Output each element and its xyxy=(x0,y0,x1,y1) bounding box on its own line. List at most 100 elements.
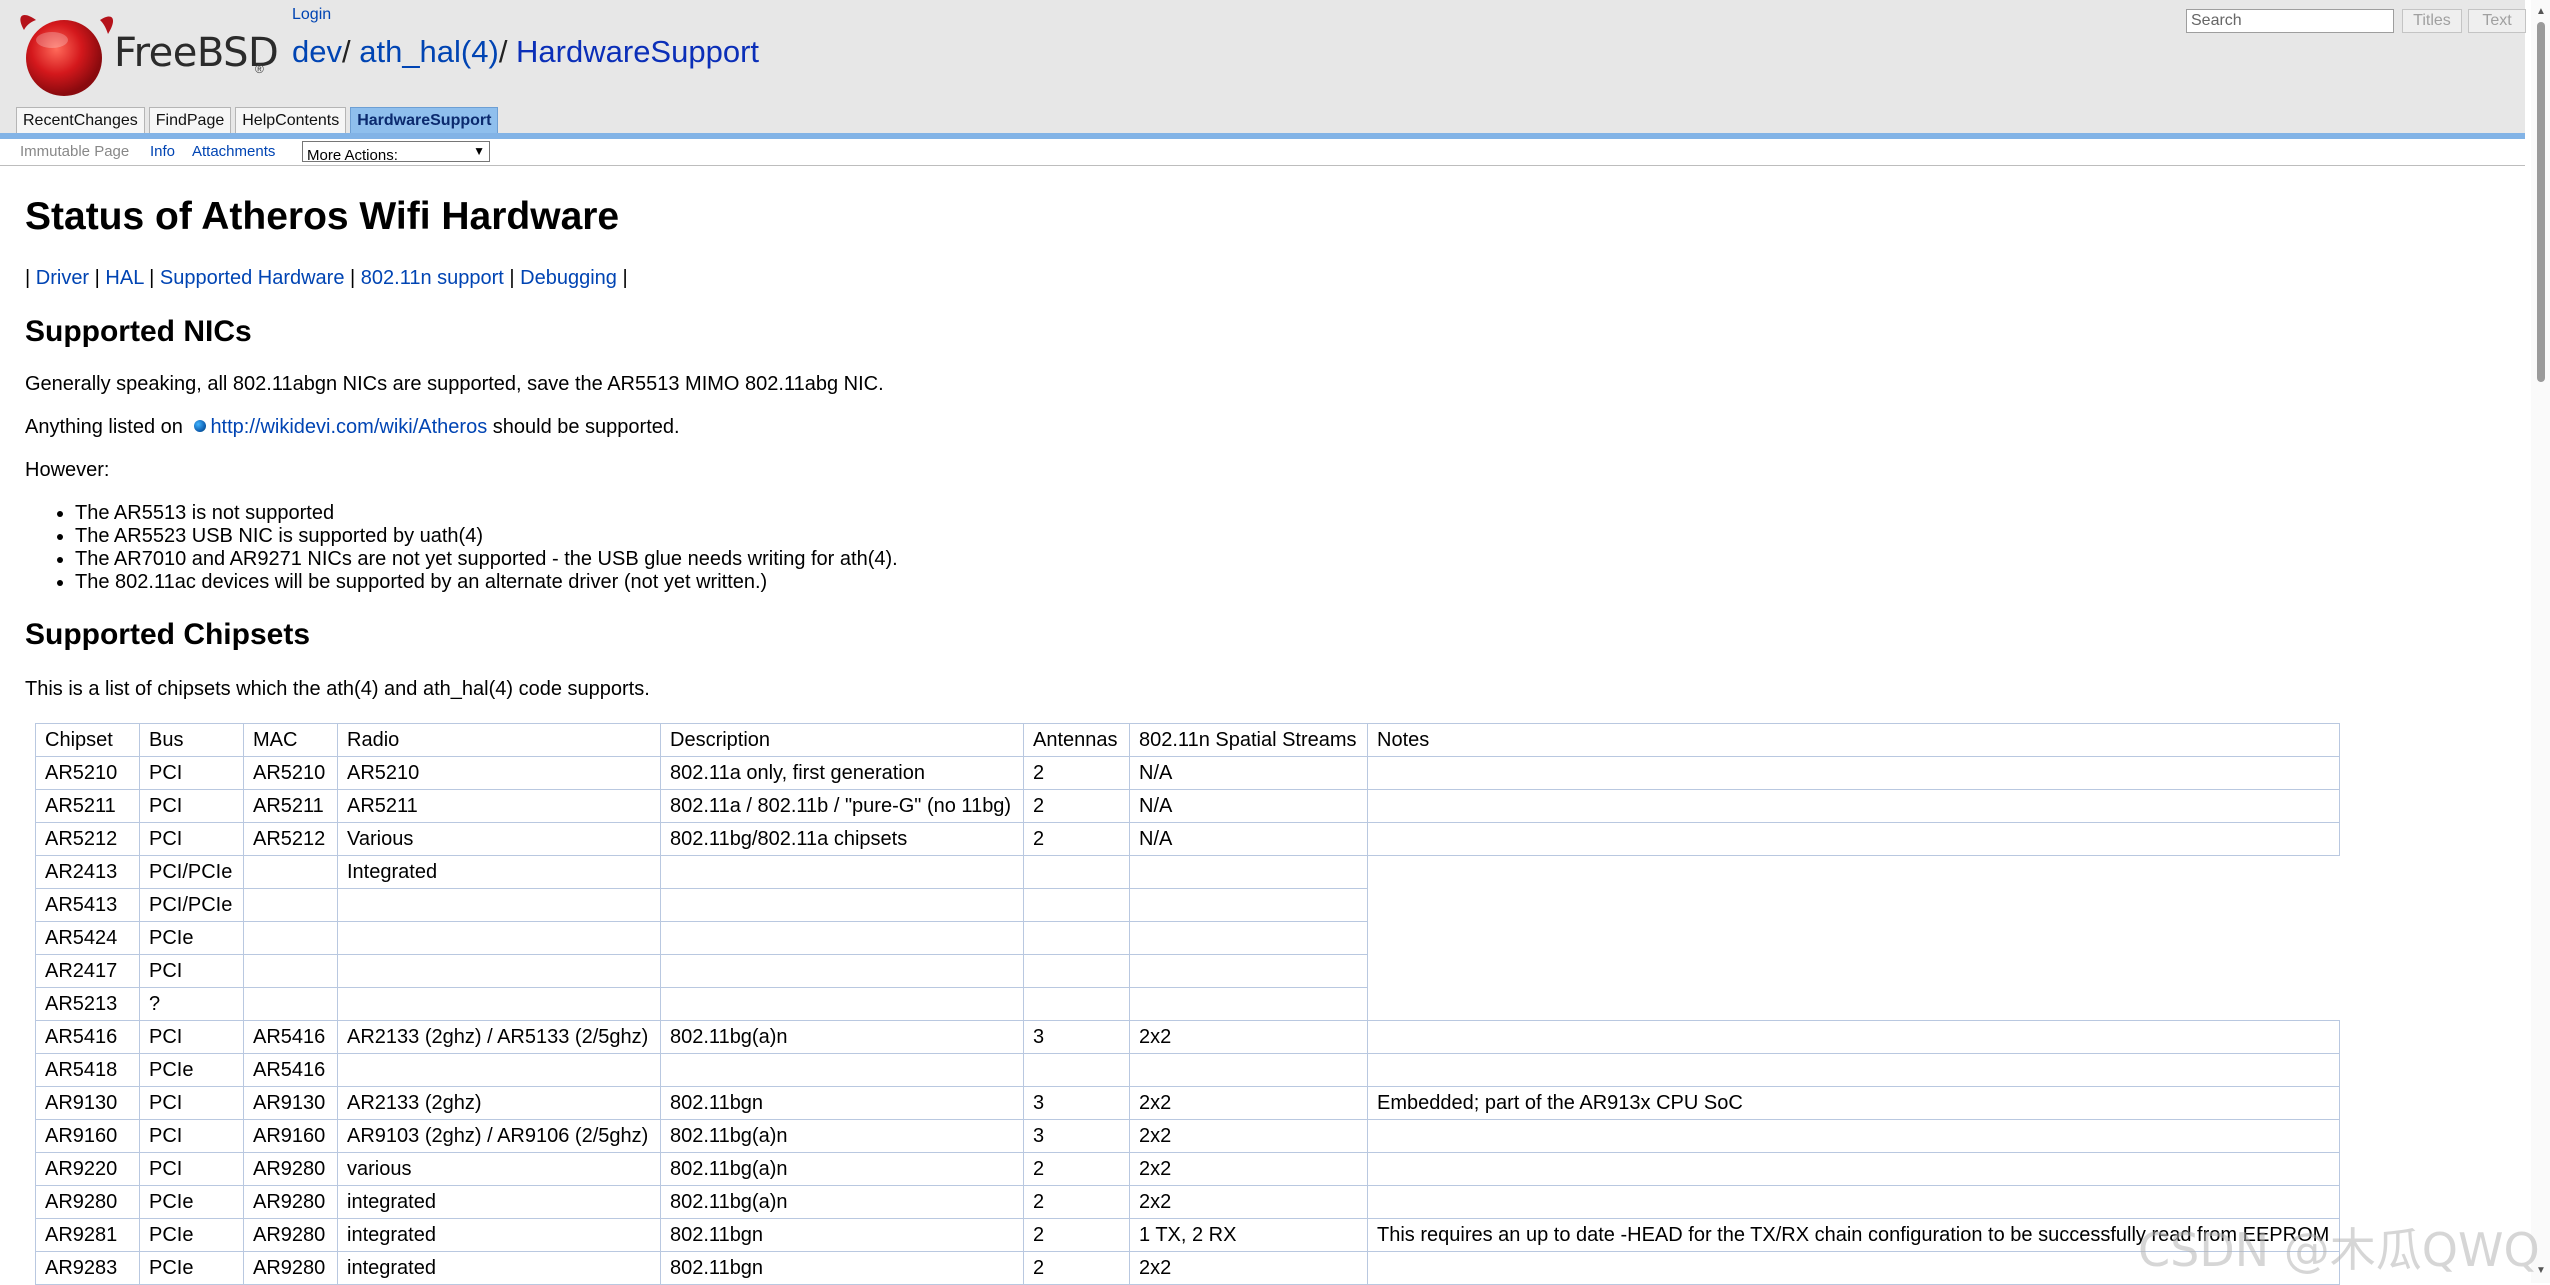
table-row: AR9130 PCI AR9130 AR2133 (2ghz) 802.11bgn 3 2x… xyxy=(35,1086,2340,1120)
column-header-radio: Radio xyxy=(337,723,661,757)
scrollbar-thumb[interactable] xyxy=(2537,22,2545,382)
column-header-mac: MAC xyxy=(243,723,338,757)
tab-hardware-support[interactable]: HardwareSupport xyxy=(350,107,499,135)
table-cell-antennas xyxy=(1023,855,1130,889)
table-cell-radio: AR5211 xyxy=(337,789,661,823)
table-cell-radio xyxy=(337,954,661,988)
attachments-link[interactable]: Attachments xyxy=(192,143,275,160)
chevron-down-icon: ▼ xyxy=(473,144,485,158)
table-cell-radio xyxy=(337,888,661,922)
supported-chipsets-heading: Supported Chipsets xyxy=(25,618,311,651)
table-cell-antennas xyxy=(1023,987,1130,1021)
tab-help-contents[interactable]: HelpContents xyxy=(235,107,347,135)
table-cell-description xyxy=(660,1053,1024,1087)
table-row: AR2413 PCI/PCIe Integrated xyxy=(35,855,2340,889)
table-cell-bus: PCI xyxy=(139,789,244,823)
however-label: However: xyxy=(25,459,110,481)
table-cell-antennas: 2 xyxy=(1023,1218,1130,1252)
column-header-spatial-streams: 802.11n Spatial Streams xyxy=(1129,723,1368,757)
table-cell-bus: PCI xyxy=(139,822,244,856)
section-links: | Driver | HAL | Supported Hardware | 80… xyxy=(25,267,628,289)
text-search-button[interactable]: Text xyxy=(2468,9,2526,33)
table-cell-antennas xyxy=(1023,888,1130,922)
column-header-antennas: Antennas xyxy=(1023,723,1130,757)
table-cell-chipset: AR9280 xyxy=(35,1185,140,1219)
freebsd-wordmark: FreeBSD xyxy=(114,30,279,76)
search-input[interactable] xyxy=(2186,9,2394,33)
table-cell-bus: PCI xyxy=(139,1020,244,1054)
toc-link-supported-hardware[interactable]: Supported Hardware xyxy=(160,267,345,289)
table-cell-notes xyxy=(1367,1152,2340,1186)
table-cell-radio: AR9103 (2ghz) / AR9106 (2/5ghz) xyxy=(337,1119,661,1153)
table-cell-radio: Integrated xyxy=(337,855,661,889)
breadcrumb-ath-hal[interactable]: ath_hal(4) xyxy=(359,34,499,69)
toc-link-driver[interactable]: Driver xyxy=(36,267,89,289)
breadcrumb-dev[interactable]: dev xyxy=(292,34,342,69)
table-cell-spatial-streams: 2x2 xyxy=(1129,1119,1368,1153)
table-cell-radio: integrated xyxy=(337,1185,661,1219)
more-actions-select[interactable]: More Actions: ▼ xyxy=(302,141,490,164)
tab-find-page[interactable]: FindPage xyxy=(148,107,232,135)
table-cell-description: 802.11bg(a)n xyxy=(660,1119,1024,1153)
breadcrumb-current-page[interactable]: HardwareSupport xyxy=(516,34,759,69)
table-cell-chipset: AR9160 xyxy=(35,1119,140,1153)
list-item: The 802.11ac devices will be supported b… xyxy=(75,571,898,594)
table-cell-antennas: 2 xyxy=(1023,1185,1130,1219)
site-header: FreeBSD ® Login dev/ ath_hal(4)/ Hardwar… xyxy=(0,0,2526,139)
table-cell-chipset: AR2413 xyxy=(35,855,140,889)
titles-search-button[interactable]: Titles xyxy=(2402,9,2462,33)
nic-notes-list: The AR5513 is not supported The AR5523 U… xyxy=(25,502,898,594)
table-row: AR5416 PCI AR5416 AR2133 (2ghz) / AR5133 (2… xyxy=(35,1020,2340,1054)
table-cell-chipset: AR5212 xyxy=(35,822,140,856)
table-row: AR5418 PCIe AR5416 xyxy=(35,1053,2340,1087)
table-cell-radio xyxy=(337,987,661,1021)
table-row: AR9281 PCIe AR9280 integrated 802.11bgn 2 1 TX… xyxy=(35,1218,2340,1252)
table-cell-bus: PCI/PCIe xyxy=(139,888,244,922)
table-cell-antennas xyxy=(1023,921,1130,955)
table-cell-description xyxy=(660,855,1024,889)
toc-link-hal[interactable]: HAL xyxy=(105,267,143,289)
table-cell-chipset: AR9220 xyxy=(35,1152,140,1186)
table-cell-mac xyxy=(243,921,338,955)
globe-icon xyxy=(194,419,207,432)
navibar: RecentChanges FindPage HelpContents Hardwar… xyxy=(16,107,502,135)
table-cell-description: 802.11a only, first generation xyxy=(660,756,1024,790)
table-cell-mac: AR5416 xyxy=(243,1020,338,1054)
table-cell-radio: integrated xyxy=(337,1218,661,1252)
scroll-up-arrow-icon[interactable]: ▲ xyxy=(2536,6,2546,17)
table-cell-radio: Various xyxy=(337,822,661,856)
table-cell-antennas xyxy=(1023,954,1130,988)
more-actions-label: More Actions: xyxy=(307,147,398,164)
table-cell-radio xyxy=(337,921,661,955)
table-cell-empty xyxy=(1367,987,2340,1021)
table-cell-mac: AR9130 xyxy=(243,1086,338,1120)
tab-recent-changes[interactable]: RecentChanges xyxy=(16,107,145,135)
vertical-scrollbar[interactable]: ▲ ▼ xyxy=(2531,0,2550,1283)
table-row: AR9283 PCIe AR9280 integrated 802.11bgn 2 2x2 xyxy=(35,1251,2340,1285)
login-link[interactable]: Login xyxy=(292,6,331,24)
page-actions-bar: Immutable Page Info Attachments More Act… xyxy=(0,139,2525,166)
registered-mark: ® xyxy=(255,62,264,76)
column-header-notes: Notes xyxy=(1367,723,2340,757)
wikidevi-text-after: should be supported. xyxy=(487,416,680,438)
table-cell-spatial-streams xyxy=(1129,954,1368,988)
wikidevi-link[interactable]: http://wikidevi.com/wiki/Atheros xyxy=(210,416,487,438)
table-cell-bus: PCI xyxy=(139,1086,244,1120)
table-cell-antennas: 2 xyxy=(1023,822,1130,856)
toc-link-debugging[interactable]: Debugging xyxy=(520,267,617,289)
table-cell-spatial-streams: N/A xyxy=(1129,822,1368,856)
list-item: The AR5523 USB NIC is supported by uath(… xyxy=(75,525,898,548)
table-cell-radio: AR2133 (2ghz) / AR5133 (2/5ghz) xyxy=(337,1020,661,1054)
table-row: AR9280 PCIe AR9280 integrated 802.11bg(a)n 2 2… xyxy=(35,1185,2340,1219)
table-cell-radio: various xyxy=(337,1152,661,1186)
info-link[interactable]: Info xyxy=(150,143,175,160)
table-row: AR5211 PCI AR5211 AR5211 802.11a / 802.11b /… xyxy=(35,789,2340,823)
table-cell-empty xyxy=(1367,954,2340,988)
table-cell-mac: AR9280 xyxy=(243,1185,338,1219)
toc-link-80211n-support[interactable]: 802.11n support xyxy=(361,267,504,289)
table-cell-bus: PCIe xyxy=(139,1053,244,1087)
table-cell-spatial-streams: N/A xyxy=(1129,789,1368,823)
table-cell-antennas: 3 xyxy=(1023,1119,1130,1153)
table-cell-spatial-streams: 2x2 xyxy=(1129,1251,1368,1285)
table-cell-mac xyxy=(243,987,338,1021)
